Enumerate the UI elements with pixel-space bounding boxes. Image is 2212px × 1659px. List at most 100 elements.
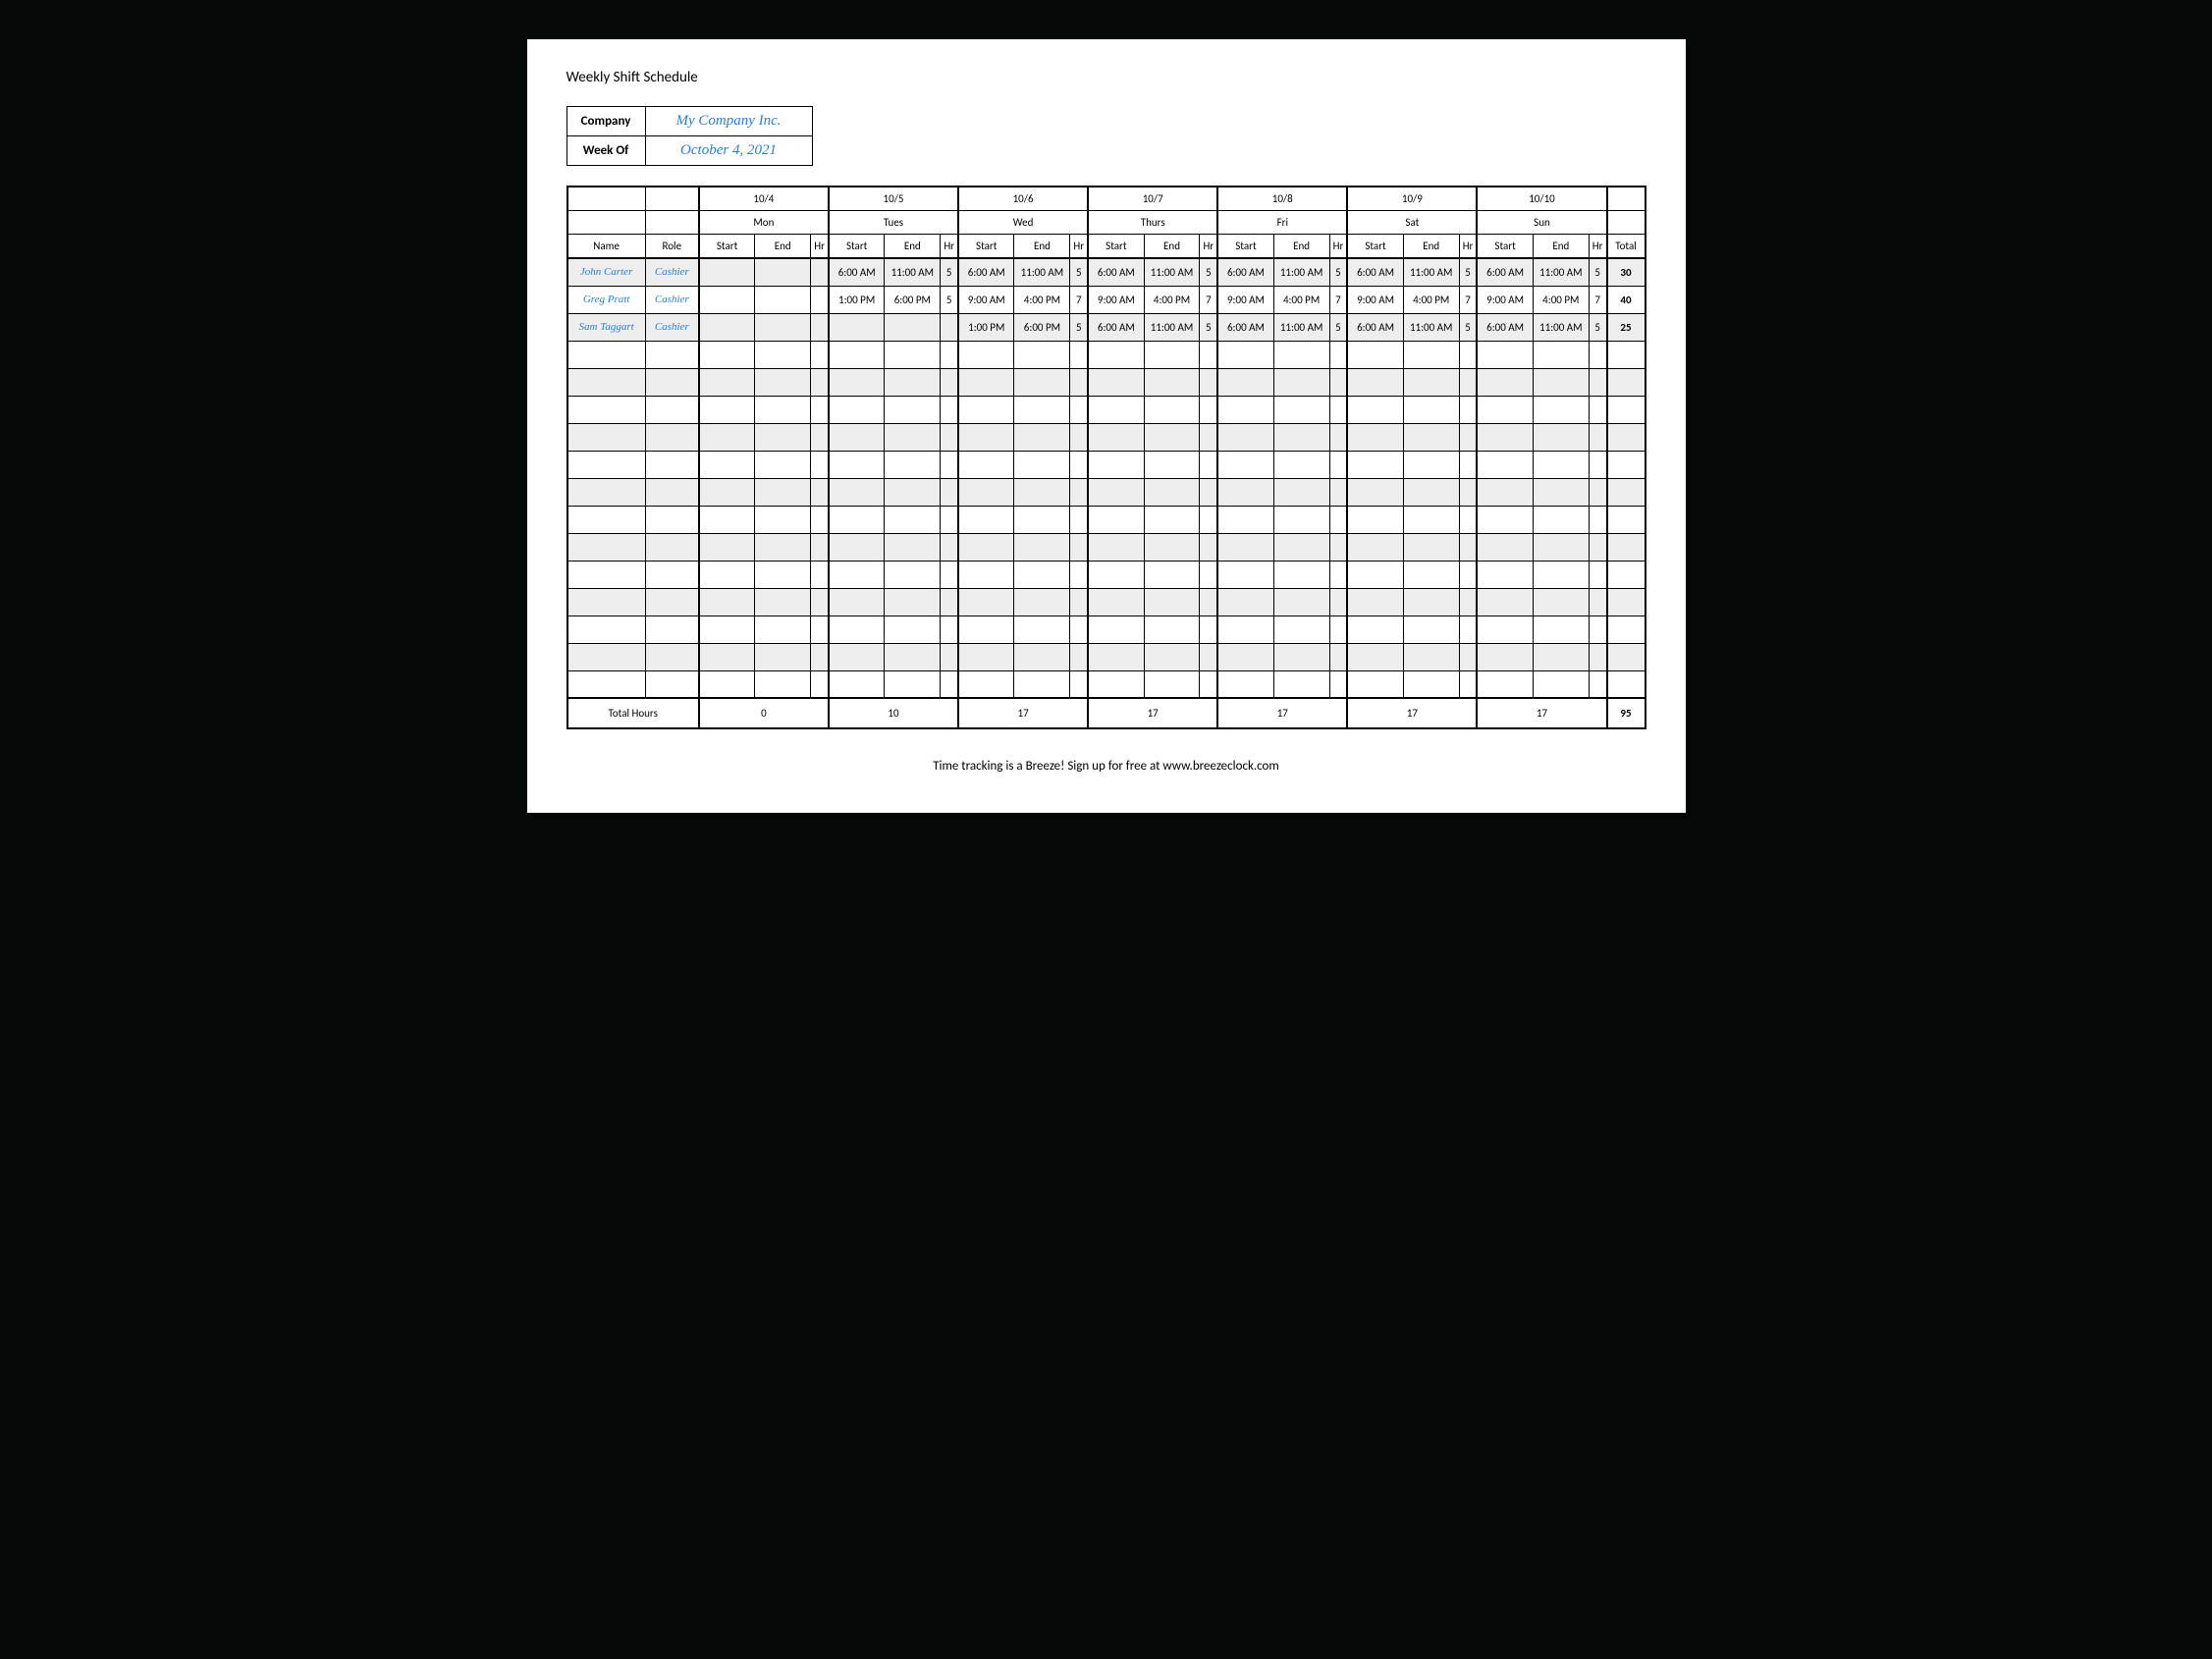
- col-start: Start: [699, 235, 755, 259]
- empty: [1459, 368, 1477, 396]
- empty: [1459, 615, 1477, 643]
- shift-end: 11:00 AM: [1403, 258, 1459, 286]
- empty: [1459, 506, 1477, 533]
- shift-start: [699, 258, 755, 286]
- empty: [958, 670, 1014, 698]
- empty-role: [645, 643, 699, 670]
- empty: [885, 533, 941, 561]
- shift-hr: 5: [1070, 258, 1088, 286]
- empty: [699, 615, 755, 643]
- empty: [1088, 341, 1144, 368]
- day-total: 0: [699, 698, 829, 728]
- day-total: 17: [958, 698, 1088, 728]
- empty-role: [645, 368, 699, 396]
- empty: [1329, 588, 1347, 615]
- empty: [1014, 588, 1070, 615]
- empty: [829, 451, 885, 478]
- shift-start: 6:00 AM: [1347, 258, 1403, 286]
- empty: [1200, 451, 1217, 478]
- empty: [958, 478, 1014, 506]
- shift-hr: 5: [1070, 313, 1088, 341]
- col-end: End: [1144, 235, 1200, 259]
- empty: [1589, 368, 1606, 396]
- empty: [1533, 643, 1589, 670]
- empty: [885, 368, 941, 396]
- empty: [1347, 423, 1403, 451]
- day-header: Thurs: [1088, 211, 1217, 235]
- empty: [811, 368, 829, 396]
- empty: [1088, 643, 1144, 670]
- empty: [1144, 341, 1200, 368]
- empty-total: [1607, 615, 1646, 643]
- empty: [1014, 506, 1070, 533]
- employee-name: Sam Taggart: [567, 313, 646, 341]
- shift-hr: 5: [941, 258, 958, 286]
- empty: [1088, 533, 1144, 561]
- empty: [1533, 368, 1589, 396]
- col-start: Start: [1477, 235, 1533, 259]
- date-header: 10/7: [1088, 187, 1217, 211]
- empty: [1144, 670, 1200, 698]
- empty-total: [1607, 506, 1646, 533]
- empty: [958, 588, 1014, 615]
- empty: [1088, 478, 1144, 506]
- shift-start: [699, 286, 755, 313]
- empty: [1347, 368, 1403, 396]
- col-end: End: [885, 235, 941, 259]
- empty: [1589, 588, 1606, 615]
- empty: [1144, 368, 1200, 396]
- col-start: Start: [829, 235, 885, 259]
- empty: [885, 561, 941, 588]
- empty-name: [567, 368, 646, 396]
- col-end: End: [1403, 235, 1459, 259]
- empty: [699, 506, 755, 533]
- empty-name: [567, 561, 646, 588]
- empty: [699, 588, 755, 615]
- empty: [1088, 615, 1144, 643]
- day-total: 10: [829, 698, 958, 728]
- empty: [755, 643, 811, 670]
- empty: [1014, 396, 1070, 423]
- empty: [699, 561, 755, 588]
- empty: [755, 615, 811, 643]
- empty: [1217, 533, 1273, 561]
- empty: [885, 506, 941, 533]
- empty: [1014, 643, 1070, 670]
- day-header: Mon: [699, 211, 829, 235]
- shift-hr: 7: [1329, 286, 1347, 313]
- empty: [1347, 615, 1403, 643]
- empty: [1533, 615, 1589, 643]
- day-total: 17: [1088, 698, 1217, 728]
- empty: [1329, 451, 1347, 478]
- empty: [829, 588, 885, 615]
- empty: [811, 451, 829, 478]
- empty: [1200, 341, 1217, 368]
- col-hr: Hr: [1459, 235, 1477, 259]
- day-total: 17: [1477, 698, 1606, 728]
- empty: [1273, 588, 1329, 615]
- empty: [1477, 368, 1533, 396]
- col-total: Total: [1607, 235, 1646, 259]
- empty: [1477, 561, 1533, 588]
- empty: [885, 341, 941, 368]
- empty: [1329, 615, 1347, 643]
- empty: [1477, 615, 1533, 643]
- empty: [755, 533, 811, 561]
- empty: [1459, 341, 1477, 368]
- empty: [755, 588, 811, 615]
- empty: [1477, 423, 1533, 451]
- col-role: Role: [645, 235, 699, 259]
- empty: [699, 533, 755, 561]
- empty: [1533, 588, 1589, 615]
- empty: [958, 615, 1014, 643]
- shift-start: 6:00 AM: [829, 258, 885, 286]
- shift-start: [699, 313, 755, 341]
- empty: [1217, 478, 1273, 506]
- empty: [1088, 561, 1144, 588]
- empty: [1589, 615, 1606, 643]
- empty: [1589, 533, 1606, 561]
- empty-total: [1607, 423, 1646, 451]
- date-header: 10/10: [1477, 187, 1606, 211]
- empty: [1459, 451, 1477, 478]
- empty: [1070, 341, 1088, 368]
